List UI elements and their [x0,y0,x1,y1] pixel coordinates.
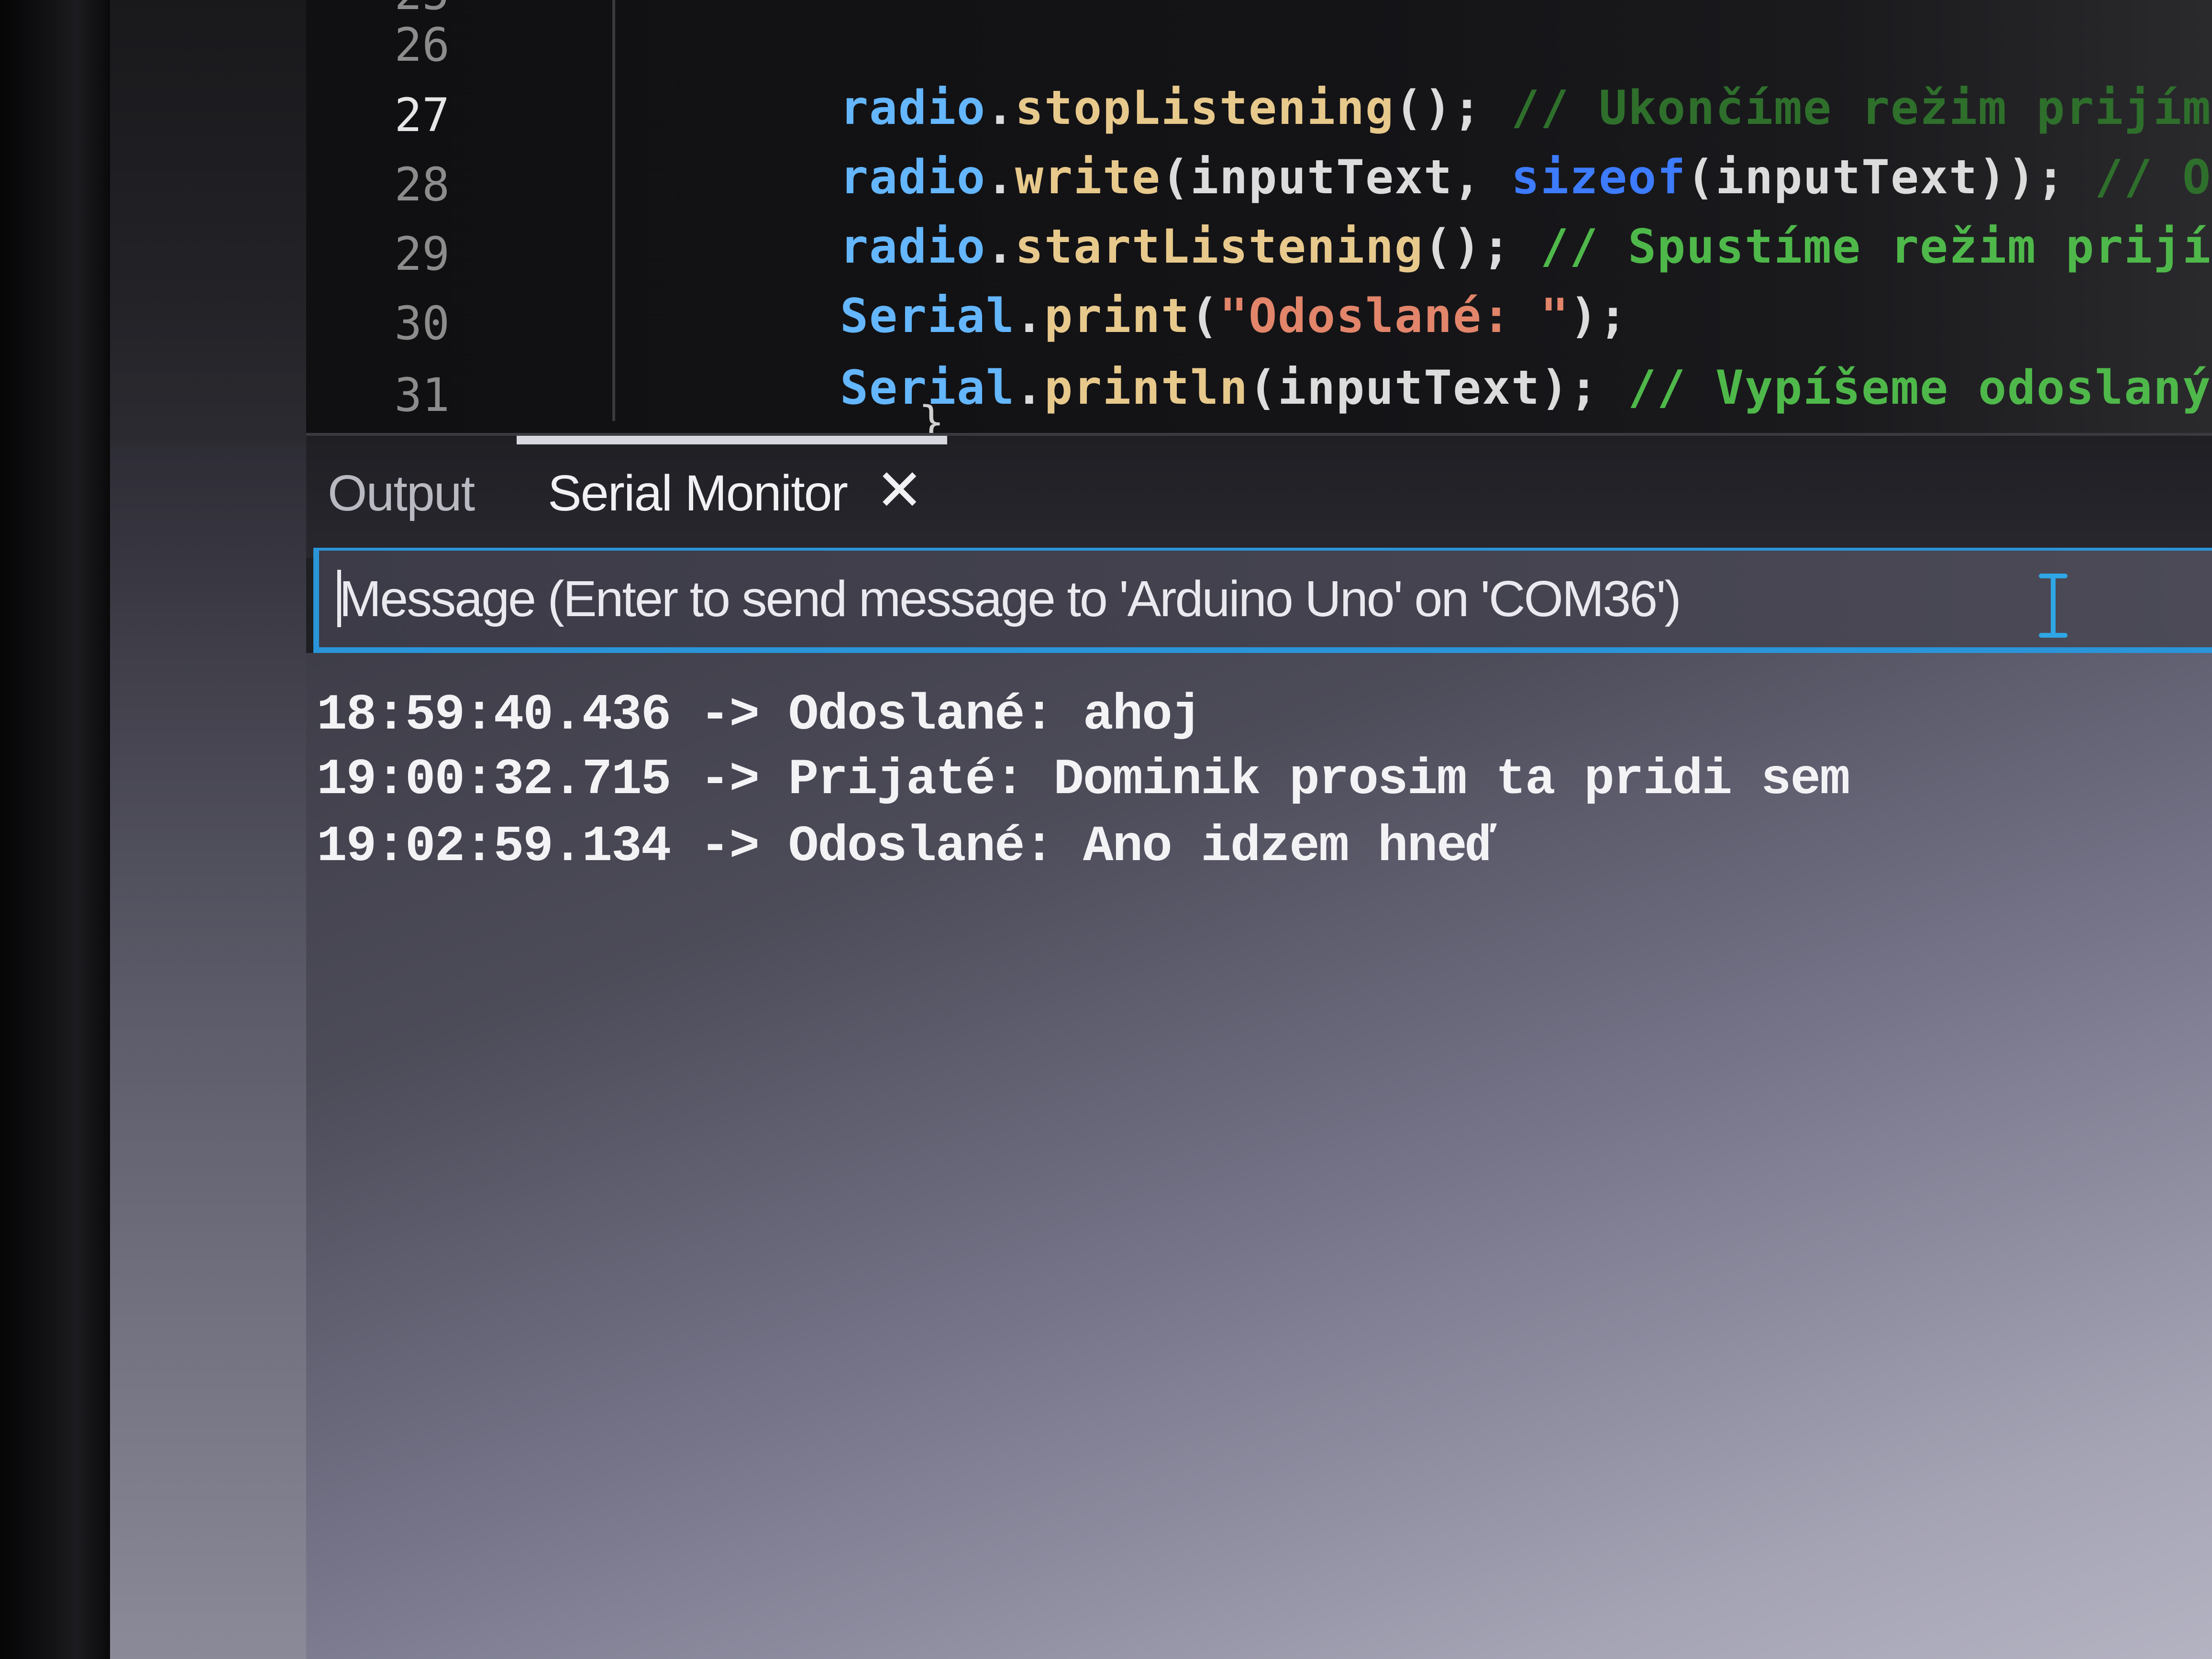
indent-guide [612,0,615,421]
close-icon[interactable]: ✕ [875,462,924,520]
line-number: 26 [394,18,450,72]
monitor-bezel [0,0,110,1659]
screen: 25 26 27 28 29 30 31 radio.stopListening… [0,0,2212,1659]
active-tab-indicator [517,436,947,444]
serial-message-input[interactable] [338,551,2158,647]
panel-tab-strip: Output Serial Monitor ✕ [306,433,2212,558]
code-comment: // Vypíšeme odoslaný text do te [1628,361,2212,415]
serial-monitor-output[interactable]: 18:59:40.436 -> Odoslané: ahoj 19:00:32.… [306,653,2212,1659]
serial-log-line: 19:00:32.715 -> Prijaté: Dominik prosim … [317,751,1850,808]
code-closing-brace: } [918,397,945,433]
code-line[interactable]: Serial.println(inputText); // Vypíšeme o… [665,306,2212,433]
serial-log-line: 18:59:40.436 -> Odoslané: ahoj [317,686,1202,744]
code-punct: . [1015,361,1045,415]
text-caret [337,570,341,627]
line-number-current: 27 [394,88,450,142]
line-number: 30 [394,297,450,350]
code-editor[interactable]: 25 26 27 28 29 30 31 radio.stopListening… [306,0,2212,433]
line-number: 29 [394,227,450,281]
serial-log-line: 19:02:59.134 -> Odoslané: Ano idzem hneď [317,818,1496,875]
line-number: 25 [368,0,450,20]
line-number: 31 [394,368,450,422]
tab-serial-monitor[interactable]: Serial Monitor [548,465,848,522]
sidebar-edge [110,445,306,1659]
activity-bar [110,0,306,445]
code-function: println [1044,361,1249,415]
text-cursor-icon [2039,574,2068,638]
line-number: 28 [394,158,450,211]
tab-output[interactable]: Output [328,465,475,522]
line-number-gutter: 25 26 27 28 29 30 31 [368,0,493,433]
code-punct: (inputText); [1249,361,1599,415]
serial-message-field[interactable] [313,548,2212,653]
